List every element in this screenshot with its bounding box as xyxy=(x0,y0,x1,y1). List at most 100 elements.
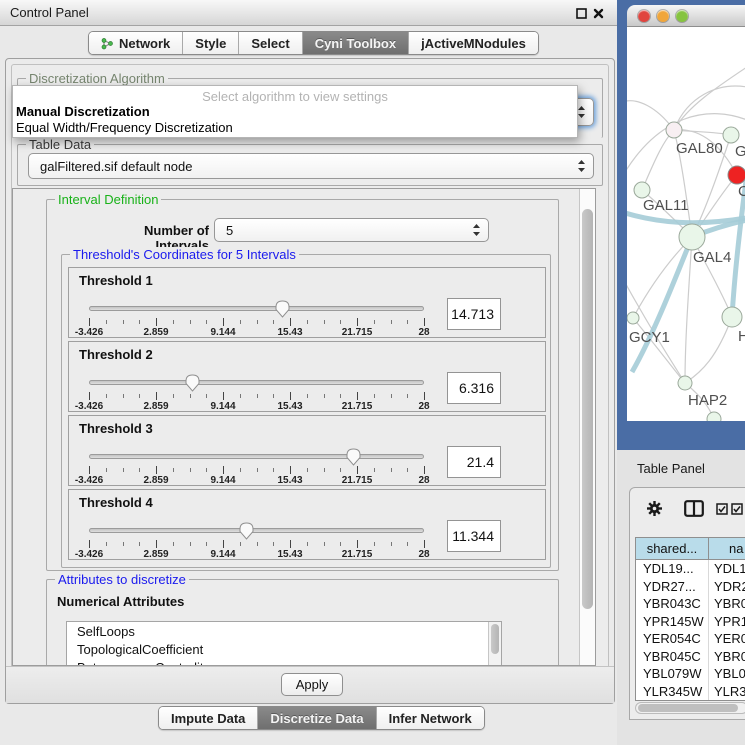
attribute-list-item[interactable]: SelfLoops xyxy=(67,622,501,640)
float-window-icon[interactable] xyxy=(575,7,588,20)
slider-track[interactable] xyxy=(89,454,424,459)
name-cell[interactable]: YDL1 xyxy=(709,560,745,578)
table-row[interactable]: YIL052CYIL0 xyxy=(636,700,745,701)
network-window-titlebar[interactable] xyxy=(627,5,745,27)
slider-tick xyxy=(307,542,308,546)
column-header-shared-name[interactable]: shared... xyxy=(636,538,709,559)
attribute-list-item[interactable]: TopologicalCoefficient xyxy=(67,640,501,658)
table-row[interactable]: YDL19...YDL1 xyxy=(636,560,745,578)
network-node-gal4[interactable] xyxy=(679,224,705,250)
name-cell[interactable]: YBL0 xyxy=(709,665,745,683)
slider-thumb[interactable] xyxy=(239,522,254,540)
name-cell[interactable]: YER0 xyxy=(709,630,745,648)
slider-tick xyxy=(324,542,325,546)
network-node-gcy1[interactable] xyxy=(627,312,639,324)
network-node-h[interactable] xyxy=(722,307,742,327)
slider-tick-label: 28 xyxy=(418,327,429,338)
minimize-traffic-light[interactable] xyxy=(657,10,669,22)
list-scrollbar[interactable] xyxy=(488,622,501,666)
number-of-intervals-combobox[interactable]: 5 xyxy=(214,218,489,242)
table-row[interactable]: YBR043CYBR0 xyxy=(636,595,745,613)
network-node-gal11[interactable] xyxy=(634,182,650,198)
attribute-list-item[interactable]: BetweennessCentrality xyxy=(67,658,501,666)
column-header-name[interactable]: na xyxy=(709,538,745,559)
slider-tick-label: 9.144 xyxy=(210,327,235,338)
shared-name-cell[interactable]: YIL052C xyxy=(636,700,709,701)
slider-tick-label: 2.859 xyxy=(143,401,168,412)
threshold-value-field[interactable]: 21.4 xyxy=(447,446,501,478)
slider-tick xyxy=(357,540,358,548)
network-node-gal80[interactable] xyxy=(666,122,682,138)
table-horizontal-scrollbar[interactable] xyxy=(635,702,745,714)
network-node-c[interactable] xyxy=(728,166,745,184)
select-columns-icon[interactable] xyxy=(716,503,728,515)
maximize-traffic-light[interactable] xyxy=(676,10,688,22)
threshold-value-field[interactable]: 11.344 xyxy=(447,520,501,552)
shared-name-cell[interactable]: YPR145W xyxy=(636,613,709,631)
slider-tick xyxy=(123,468,124,472)
settings-scrollbar[interactable] xyxy=(579,189,595,665)
shared-name-cell[interactable]: YER054C xyxy=(636,630,709,648)
slider-tick xyxy=(123,394,124,398)
close-icon[interactable] xyxy=(592,7,605,20)
table-row[interactable]: YLR345WYLR3 xyxy=(636,683,745,701)
tab-network[interactable]: Network xyxy=(89,32,183,54)
tab-label: Discretize Data xyxy=(270,711,363,726)
slider-tick xyxy=(123,320,124,324)
slider-thumb[interactable] xyxy=(275,300,290,318)
threshold-value-field[interactable]: 6.316 xyxy=(447,372,501,404)
close-traffic-light[interactable] xyxy=(638,10,650,22)
name-cell[interactable]: YBR0 xyxy=(709,648,745,666)
threshold-label: Threshold 1 xyxy=(79,273,153,288)
name-cell[interactable]: YLR3 xyxy=(709,683,745,701)
slider-thumb[interactable] xyxy=(185,374,200,392)
tab-infer-network[interactable]: Infer Network xyxy=(377,707,484,729)
slider-track[interactable] xyxy=(89,306,424,311)
name-cell[interactable]: YPR1 xyxy=(709,613,745,631)
tab-cyni-toolbox[interactable]: Cyni Toolbox xyxy=(303,32,409,54)
dropdown-option-equal-width-frequency[interactable]: Equal Width/Frequency Discretization xyxy=(16,120,233,135)
list-scrollbar-thumb[interactable] xyxy=(491,624,499,654)
column-layout-icon[interactable] xyxy=(684,500,704,517)
select-all-icon[interactable] xyxy=(731,503,743,515)
threshold-value-field[interactable]: 14.713 xyxy=(447,298,501,330)
slider-tick xyxy=(206,394,207,398)
slider-track[interactable] xyxy=(89,380,424,385)
table-data-combobox[interactable]: galFiltered.sif default node xyxy=(28,153,594,179)
slider-tick-label: 2.859 xyxy=(143,549,168,560)
table-row[interactable]: YBR045CYBR0 xyxy=(636,648,745,666)
table-row[interactable]: YDR27...YDR2 xyxy=(636,578,745,596)
tab-jactivemnodules[interactable]: jActiveMNodules xyxy=(409,32,538,54)
network-node[interactable] xyxy=(707,412,721,421)
name-cell[interactable]: YIL0 xyxy=(709,700,745,701)
network-view-canvas[interactable]: GAL80GACGAL11GAL4GCY1HHAP2 xyxy=(627,27,745,421)
table-hscrollbar-thumb[interactable] xyxy=(638,704,738,712)
dropdown-option-manual-discretization[interactable]: Manual Discretization xyxy=(16,104,150,119)
shared-name-cell[interactable]: YLR345W xyxy=(636,683,709,701)
table-row[interactable]: YPR145WYPR1 xyxy=(636,613,745,631)
tab-select[interactable]: Select xyxy=(239,32,302,54)
name-cell[interactable]: YBR0 xyxy=(709,595,745,613)
slider-tick-label: 21.715 xyxy=(342,401,373,412)
tab-style[interactable]: Style xyxy=(183,32,239,54)
apply-button[interactable]: Apply xyxy=(281,673,343,696)
slider-tick-label: 28 xyxy=(418,401,429,412)
network-node-hap2[interactable] xyxy=(678,376,692,390)
tab-discretize-data[interactable]: Discretize Data xyxy=(258,707,376,729)
shared-name-cell[interactable]: YDR27... xyxy=(636,578,709,596)
table-row[interactable]: YER054CYER0 xyxy=(636,630,745,648)
network-node-ga[interactable] xyxy=(723,127,739,143)
shared-name-cell[interactable]: YBR043C xyxy=(636,595,709,613)
slider-track[interactable] xyxy=(89,528,424,533)
shared-name-cell[interactable]: YBR045C xyxy=(636,648,709,666)
settings-scrollbar-thumb[interactable] xyxy=(582,209,593,609)
table-row[interactable]: YBL079WYBL0 xyxy=(636,665,745,683)
threshold-3-row: Threshold 3 -3.4262.8599.14415.4321.7152… xyxy=(68,415,546,486)
shared-name-cell[interactable]: YBL079W xyxy=(636,665,709,683)
tab-impute-data[interactable]: Impute Data xyxy=(159,707,258,729)
gear-icon[interactable] xyxy=(646,500,663,517)
slider-tick-label: 15.43 xyxy=(277,401,302,412)
slider-thumb[interactable] xyxy=(346,448,361,466)
name-cell[interactable]: YDR2 xyxy=(709,578,745,596)
shared-name-cell[interactable]: YDL19... xyxy=(636,560,709,578)
